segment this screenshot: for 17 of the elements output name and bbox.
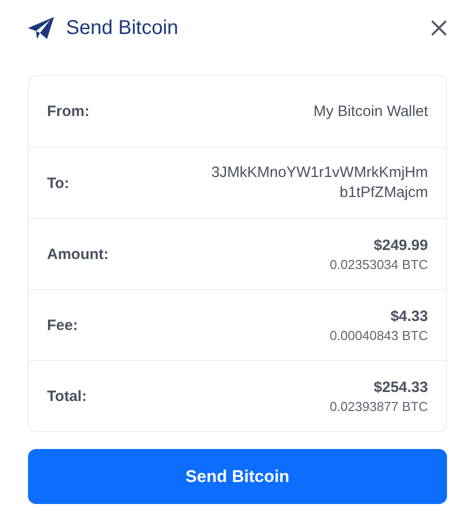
btc-amount: 0.02353034 BTC xyxy=(330,256,428,272)
btc-amount: 0.00040843 BTC xyxy=(330,328,428,342)
detail-label: Fee: xyxy=(47,316,78,334)
detail-label: Total: xyxy=(47,388,87,404)
address-value: 3JMkKMnoYW1r1vWMrkKmjHmb1tPfZMajcm xyxy=(210,163,428,203)
paper-plane-icon xyxy=(28,17,54,39)
close-icon xyxy=(431,20,447,36)
detail-label: From: xyxy=(47,103,90,120)
detail-value: My Bitcoin Wallet xyxy=(314,103,428,120)
detail-label: Amount: xyxy=(47,246,109,262)
detail-label: To: xyxy=(47,174,70,192)
dialog-title: Send Bitcoin xyxy=(66,16,180,40)
send-button[interactable]: Send Bitcoin xyxy=(28,449,447,504)
btc-amount: 0.02393877 BTC xyxy=(330,398,428,414)
fiat-amount: $254.33 xyxy=(374,378,428,396)
fiat-amount: $249.99 xyxy=(374,236,428,254)
fiat-amount: $4.33 xyxy=(390,308,428,324)
